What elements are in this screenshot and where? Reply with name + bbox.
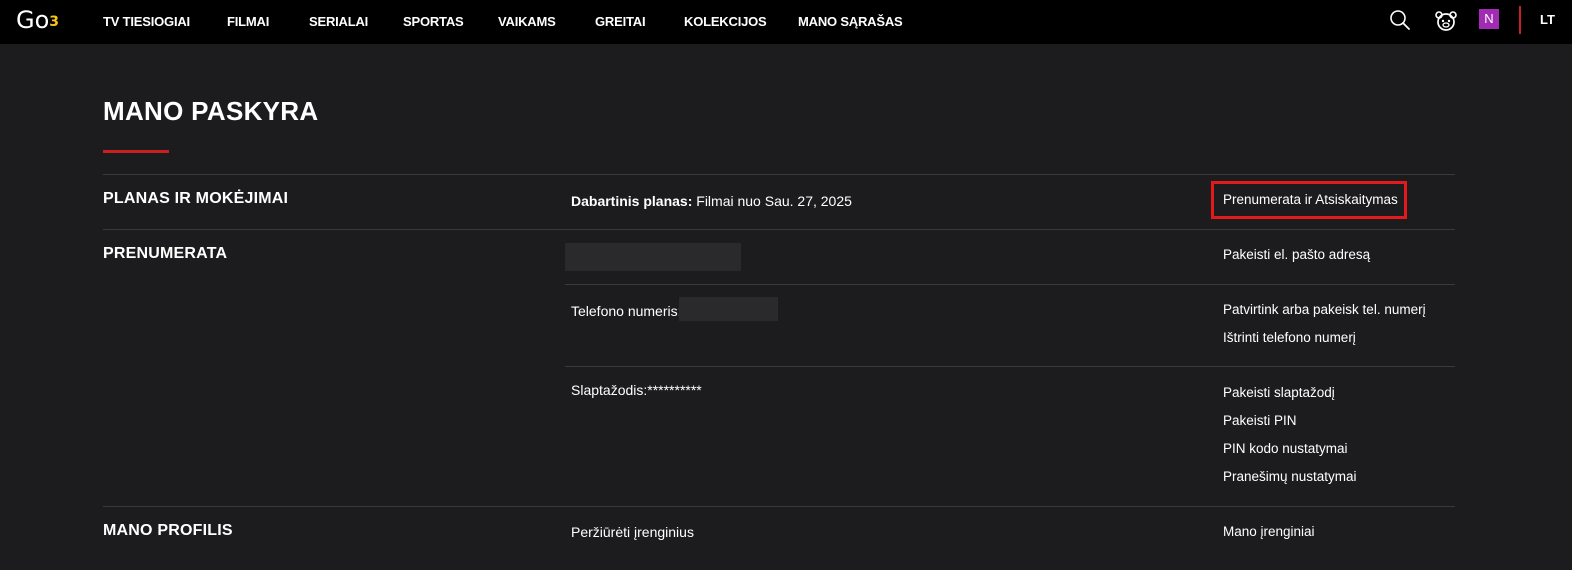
header-divider bbox=[1519, 6, 1521, 34]
nav-serialai[interactable]: SERIALAI bbox=[309, 12, 368, 32]
section-subscription-label: PRENUMERATA bbox=[103, 245, 228, 262]
notification-settings-link[interactable]: Pranešimų nustatymai bbox=[1223, 469, 1357, 484]
delete-phone-link[interactable]: Ištrinti telefono numerį bbox=[1223, 330, 1356, 345]
go3-logo[interactable]: Go3 bbox=[16, 6, 59, 34]
divider bbox=[103, 174, 1455, 175]
kids-icon[interactable] bbox=[1434, 9, 1458, 33]
language-selector[interactable]: LT bbox=[1540, 12, 1555, 27]
email-redacted bbox=[565, 243, 741, 271]
current-plan-label: Dabartinis planas: bbox=[571, 193, 693, 209]
current-plan: Dabartinis planas: Filmai nuo Sau. 27, 2… bbox=[571, 193, 852, 209]
nav-filmai[interactable]: FILMAI bbox=[227, 12, 269, 32]
nav-sportas[interactable]: SPORTAS bbox=[403, 12, 464, 32]
nav-vaikams[interactable]: VAIKAMS bbox=[498, 12, 556, 32]
nav-tv-tiesiogiai[interactable]: TV TIESIOGIAI bbox=[103, 12, 190, 32]
profile-initial: N bbox=[1484, 11, 1494, 26]
logo-text: Go bbox=[16, 6, 50, 34]
search-icon[interactable] bbox=[1389, 9, 1411, 31]
profile-icon[interactable]: N bbox=[1479, 9, 1499, 29]
phone-label: Telefono numeris: bbox=[571, 303, 682, 319]
change-password-link[interactable]: Pakeisti slaptažodį bbox=[1223, 385, 1335, 400]
change-email-link[interactable]: Pakeisti el. pašto adresą bbox=[1223, 247, 1370, 262]
change-pin-link[interactable]: Pakeisti PIN bbox=[1223, 413, 1297, 428]
title-underline bbox=[103, 150, 169, 153]
nav-kolekcijos[interactable]: KOLEKCIJOS bbox=[684, 12, 767, 32]
divider bbox=[103, 229, 1455, 230]
logo-superscript: 3 bbox=[49, 14, 60, 30]
pin-settings-link[interactable]: PIN kodo nustatymai bbox=[1223, 441, 1348, 456]
top-navigation-bar: Go3 TV TIESIOGIAI FILMAI SERIALAI SPORTA… bbox=[0, 0, 1572, 44]
divider bbox=[565, 366, 1455, 367]
page-title: MANO PASKYRA bbox=[103, 96, 319, 126]
my-devices-link[interactable]: Mano įrenginiai bbox=[1223, 524, 1315, 539]
phone-redacted bbox=[679, 297, 778, 321]
nav-mano-sarasas[interactable]: MANO SĄRAŠAS bbox=[798, 12, 903, 32]
section-profile-label: MANO PROFILIS bbox=[103, 522, 233, 539]
view-devices-text: Peržiūrėti įrenginius bbox=[571, 524, 694, 540]
nav-greitai[interactable]: GREITAI bbox=[595, 12, 646, 32]
divider bbox=[103, 506, 1455, 507]
section-plan-label: PLANAS IR MOKĖJIMAI bbox=[103, 190, 289, 207]
password-label: Slaptažodis:********** bbox=[571, 382, 702, 398]
confirm-phone-link[interactable]: Patvirtink arba pakeisk tel. numerį bbox=[1223, 302, 1426, 317]
subscription-billing-link[interactable]: Prenumerata ir Atsiskaitymas bbox=[1223, 192, 1398, 207]
current-plan-value: Filmai nuo Sau. 27, 2025 bbox=[692, 193, 852, 209]
divider bbox=[565, 284, 1455, 285]
